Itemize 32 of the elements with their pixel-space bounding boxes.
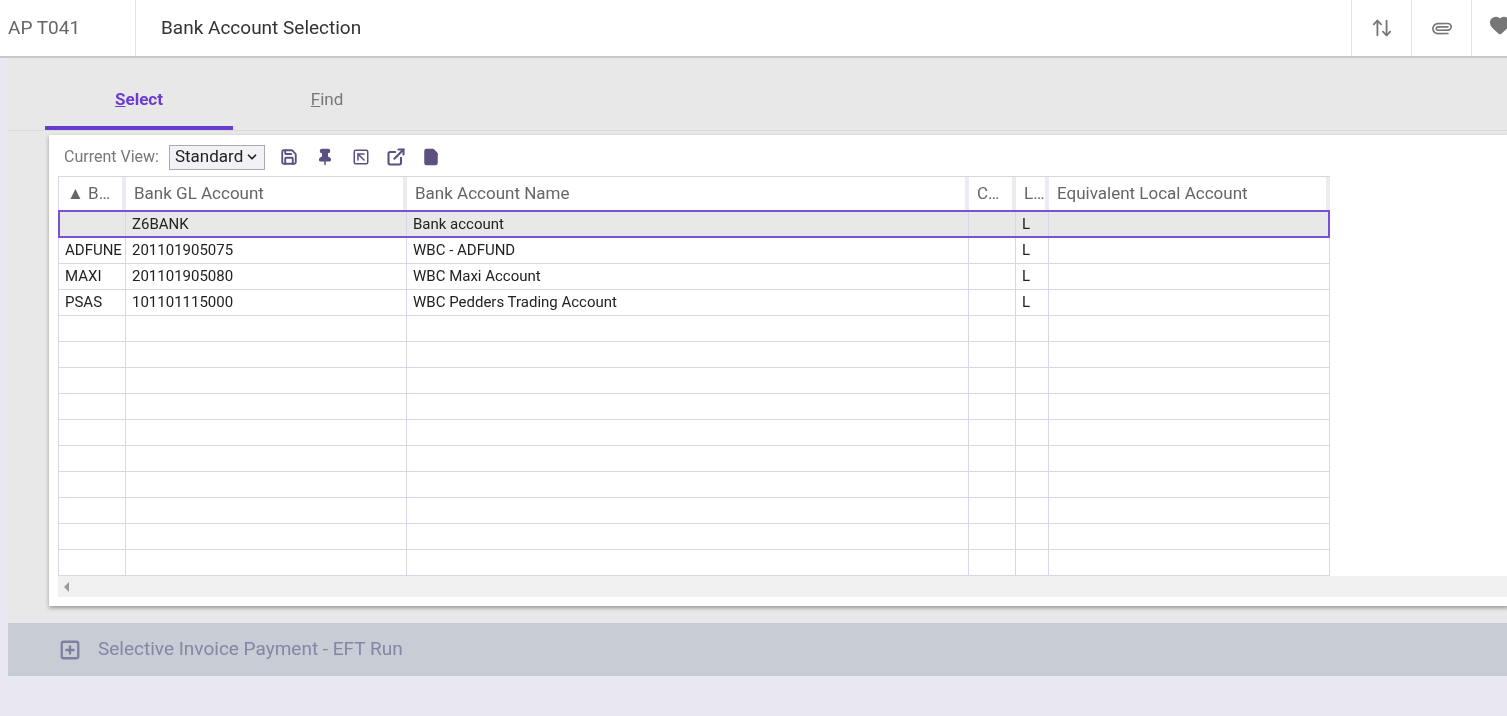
table-cell-text: PSAS xyxy=(65,292,103,314)
table-row[interactable]: Z6BANK Bank account L xyxy=(59,211,1329,237)
save-icon[interactable] xyxy=(280,148,299,166)
screen-code: AP T041 xyxy=(0,0,136,56)
table-cell-text: 201101905075 xyxy=(132,240,234,262)
screen-title: Bank Account Selection xyxy=(160,14,363,41)
view-label: Current View: xyxy=(64,146,159,168)
table-cell-text: WBC Maxi Account xyxy=(413,266,541,288)
table-cell-text: 101101115000 xyxy=(132,292,234,314)
table-cell-text: L xyxy=(1022,266,1031,288)
sort-arrows-icon[interactable] xyxy=(1370,17,1393,39)
table-cell-text: Z6BANK xyxy=(132,213,189,235)
table-row[interactable]: ADFUNE 201101905075 WBC - ADFUND L xyxy=(59,237,1329,263)
heart-icon[interactable] xyxy=(1489,14,1507,36)
external-link-icon[interactable] xyxy=(386,147,407,167)
table-cell-text: ADFUNE xyxy=(65,240,122,262)
tab[interactable]: Find xyxy=(233,74,421,130)
section-title: Selective Invoice Payment - EFT Run xyxy=(98,636,403,663)
horizontal-scrollbar[interactable] xyxy=(58,576,1507,597)
tab[interactable]: Select xyxy=(45,74,233,130)
table-cell-text: L xyxy=(1022,292,1031,314)
table-row[interactable]: PSAS 101101115000 WBC Pedders Trading Account L xyxy=(59,289,1329,315)
table-cell-text: 201101905080 xyxy=(132,266,234,288)
view-dropdown[interactable]: Standard xyxy=(168,144,266,170)
table-row[interactable]: MAXI 201101905080 WBC Maxi Account L xyxy=(59,263,1329,289)
table-cell-text: WBC Pedders Trading Account xyxy=(413,292,617,314)
document-icon[interactable] xyxy=(422,148,441,166)
table-cell-text: L xyxy=(1022,213,1031,235)
table-cell-text: L xyxy=(1022,240,1031,262)
table-cell-text: MAXI xyxy=(65,266,102,288)
table-cell-text: Bank account xyxy=(413,213,504,235)
table-cell-text: WBC - ADFUND xyxy=(413,240,516,262)
